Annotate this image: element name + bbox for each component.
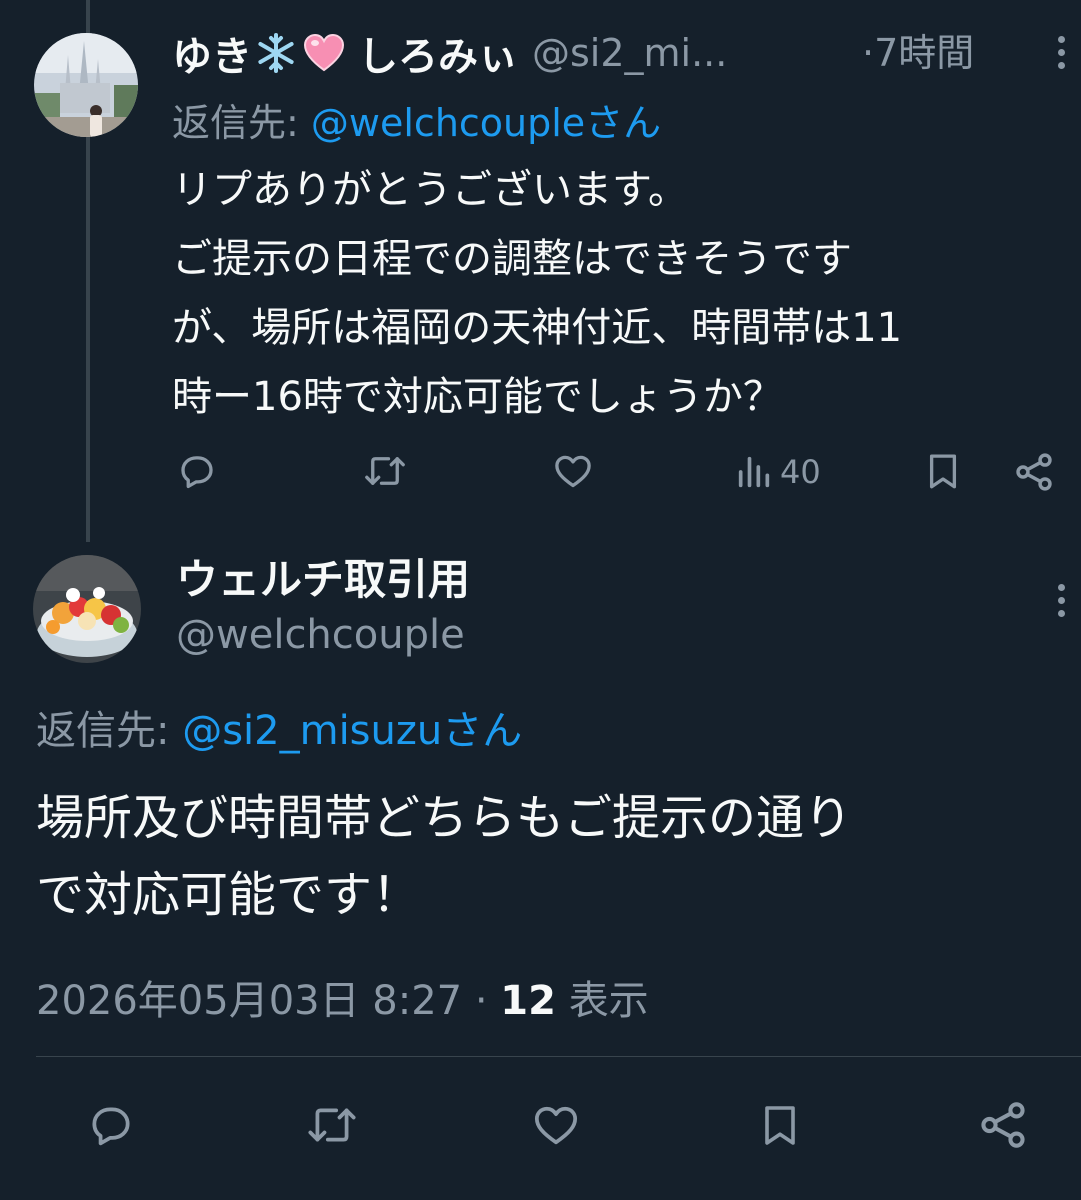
bookmark-icon <box>765 1106 795 1145</box>
tweet2-text: 場所及び時間帯どちらもご提示の通り で対応可能です！ <box>36 790 853 923</box>
tweet2-retweet-button[interactable] <box>304 1100 360 1150</box>
tweet1-bookmark-button[interactable] <box>922 450 964 492</box>
tweet1-text: リプありがとうございます。 ご提示の日程での調整はできそうです が、場所は福岡の… <box>172 167 903 420</box>
tweet1-reply-to: 返信先: @welchcoupleさん <box>172 92 661 147</box>
tweet2-timestamp[interactable]: 2026年05月03日 8:27 <box>36 978 462 1024</box>
tweet1-reply-button[interactable] <box>176 450 218 492</box>
like-icon <box>534 1106 578 1145</box>
tweet1-views-button[interactable]: 40 <box>734 452 821 492</box>
avatar[interactable] <box>34 33 138 137</box>
reply-label: 返信先: <box>172 101 299 145</box>
tweet1-views-count: 40 <box>780 453 821 491</box>
retweet-icon <box>308 1108 356 1142</box>
pink-heart-icon <box>302 31 346 75</box>
tweet1-retweet-button[interactable] <box>362 450 408 492</box>
tweet1-name-suffix: しろみぃ <box>358 34 518 80</box>
reply-icon <box>181 456 213 489</box>
share-icon <box>981 1102 1025 1148</box>
tweet1-time[interactable]: ·7時間 <box>862 22 974 84</box>
reply-icon <box>92 1107 130 1146</box>
tweet1-share-button[interactable] <box>1012 450 1056 494</box>
fruit-parfait-avatar <box>33 555 141 663</box>
more-options-icon[interactable] <box>1056 584 1066 617</box>
castle-photo-avatar <box>34 33 138 137</box>
views-icon <box>738 456 770 488</box>
tweet2-views-number: 12 <box>500 978 556 1024</box>
tweet2-like-button[interactable] <box>530 1100 582 1150</box>
tweet1-handle[interactable]: @si2_mi... <box>532 31 762 75</box>
share-icon <box>1016 453 1052 491</box>
reply-mention-link[interactable]: @si2_misuzuさん <box>182 708 522 754</box>
retweet-icon <box>365 457 405 485</box>
like-icon <box>555 455 591 488</box>
tweet2-reply-button[interactable] <box>86 1100 136 1150</box>
meta-separator: · <box>474 978 488 1024</box>
tweet2-meta: 2026年05月03日 8:27 · 12 表示 <box>36 968 649 1026</box>
more-options-icon[interactable] <box>1056 36 1066 69</box>
tweet2-bookmark-button[interactable] <box>756 1098 804 1152</box>
tweet2-share-button[interactable] <box>976 1098 1030 1152</box>
tweet1-name-text: ゆき <box>172 34 252 80</box>
reply-mention-link[interactable]: @welchcoupleさん <box>311 101 661 145</box>
reply-label: 返信先: <box>36 708 170 754</box>
bookmark-icon <box>929 454 957 489</box>
divider <box>36 1056 1081 1057</box>
tweet1-display-name[interactable]: ゆき しろみぃ <box>172 24 518 82</box>
snowflake-icon <box>254 31 298 75</box>
tweet2-reply-to: 返信先: @si2_misuzuさん <box>36 698 522 756</box>
tweet1-like-button[interactable] <box>552 450 594 492</box>
tweet2-display-name[interactable]: ウェルチ取引用 <box>176 546 470 607</box>
tweet2-handle[interactable]: @welchcouple <box>176 612 465 658</box>
tweet2-views-label: 表示 <box>568 978 649 1024</box>
tweet1-header: ゆき しろみぃ @si2_mi... <box>172 22 762 84</box>
avatar[interactable] <box>33 555 141 663</box>
